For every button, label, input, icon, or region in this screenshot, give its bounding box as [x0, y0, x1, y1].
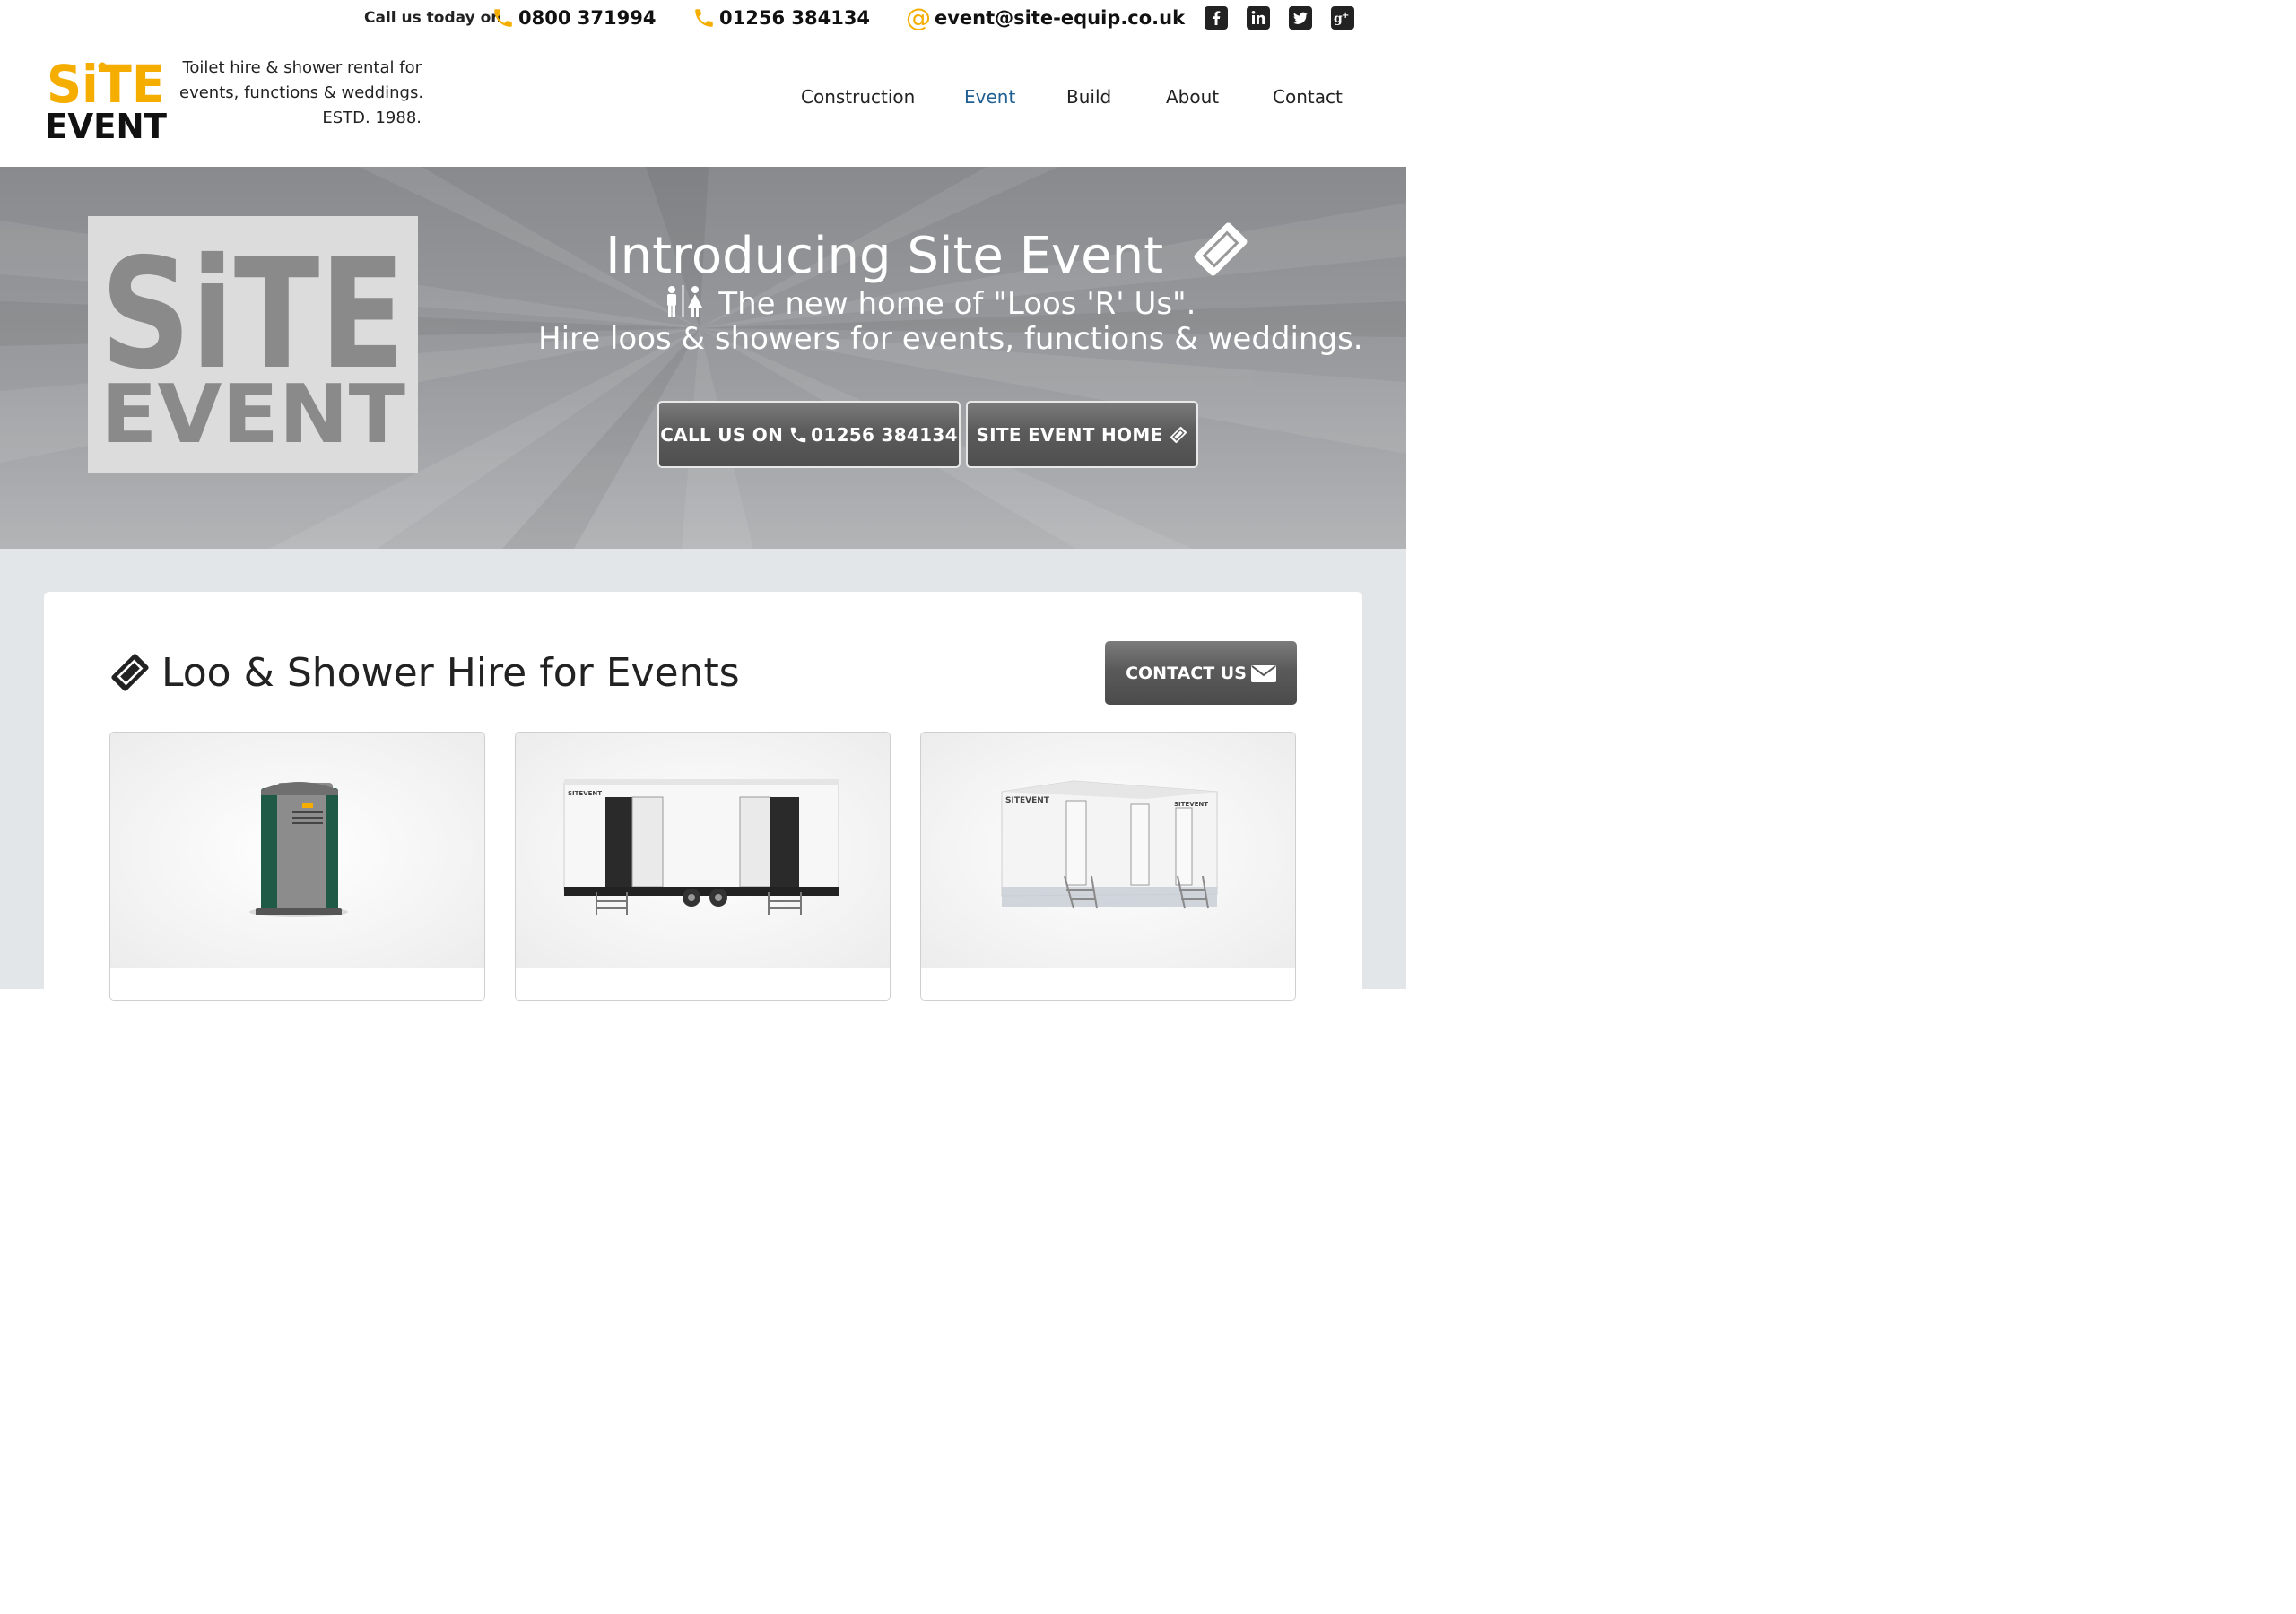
phone-icon — [494, 9, 512, 27]
tagline-line-1: Toilet hire & shower rental for — [182, 58, 422, 77]
svg-text:EVENT: EVENT — [45, 107, 167, 142]
card-footer — [516, 968, 890, 1000]
site-event-logo[interactable]: SiTE EVENT — [43, 54, 169, 146]
call-us-label: Call us today on — [364, 9, 502, 27]
nav-item-about[interactable]: About — [1166, 86, 1219, 108]
unit-brand-text: SITEVENT — [568, 790, 602, 797]
call-us-button-number: 01256 384134 — [811, 423, 958, 446]
at-icon: @ — [906, 3, 931, 32]
luxury-toilet-block-image: SITEVENT SITEVENT — [921, 733, 1295, 968]
hero-banner: SiTE EVENT Introducing Site Event The ne… — [0, 167, 1406, 549]
hero-subtitle-1-text: The new home of "Loos 'R' Us". — [718, 286, 1196, 322]
phone-link-freephone[interactable]: 0800 371994 — [491, 4, 656, 32]
facebook-icon[interactable] — [1205, 6, 1228, 30]
email-link[interactable]: @ event@site-equip.co.uk — [906, 4, 1185, 32]
svg-text:EVENT: EVENT — [100, 368, 405, 462]
phone-icon — [695, 9, 713, 27]
nav-item-construction[interactable]: Construction — [801, 86, 915, 108]
phone-icon — [790, 427, 806, 442]
nav-item-contact[interactable]: Contact — [1273, 86, 1343, 108]
site-event-home-label: SITE EVENT HOME — [976, 423, 1163, 446]
header-tagline: Toilet hire & shower rental for events, … — [179, 56, 424, 131]
section-title: Loo & Shower Hire for Events — [109, 646, 740, 699]
hero-logo: SiTE EVENT — [88, 216, 418, 473]
trailer-toilet-unit-image: SITEVENT — [516, 733, 890, 968]
hero-title-text: Introducing Site Event — [605, 227, 1164, 285]
toilet-people-icon — [666, 285, 702, 317]
call-us-button[interactable]: CALL US ON 01256 384134 — [657, 401, 961, 468]
card-footer — [921, 968, 1295, 1000]
call-us-button-label: CALL US ON — [660, 423, 784, 446]
section-title-text: Loo & Shower Hire for Events — [161, 649, 740, 696]
email-address: event@site-equip.co.uk — [935, 7, 1186, 29]
product-card-portable-toilet[interactable] — [109, 732, 485, 1001]
ticket-icon — [111, 654, 149, 691]
card-footer — [110, 968, 484, 1000]
hero-subtitle-1: The new home of "Loos 'R' Us". — [538, 285, 1320, 322]
phone-number-2: 01256 384134 — [719, 7, 871, 29]
nav-item-build[interactable]: Build — [1066, 86, 1111, 108]
ticket-icon — [1194, 222, 1248, 276]
ticket-icon — [1170, 426, 1187, 443]
phone-number-1: 0800 371994 — [518, 7, 657, 29]
tagline-line-3: ESTD. 1988. — [322, 108, 422, 127]
hero-subtitle-2: Hire loos & showers for events, function… — [538, 321, 1363, 357]
portable-toilet-unit-image — [110, 733, 484, 968]
tagline-line-2: events, functions & weddings. — [179, 83, 424, 102]
linkedin-icon[interactable] — [1247, 6, 1270, 30]
phone-link-local[interactable]: 01256 384134 — [692, 4, 870, 32]
envelope-icon — [1250, 664, 1276, 682]
product-card-trailer-toilet[interactable]: SITEVENT — [515, 732, 891, 1001]
hero-title: Introducing Site Event — [538, 217, 1320, 285]
google-plus-icon[interactable]: g + — [1331, 6, 1354, 30]
nav-item-event[interactable]: Event — [964, 86, 1015, 108]
contact-us-button[interactable]: CONTACT US — [1105, 641, 1297, 705]
contact-us-label: CONTACT US — [1126, 663, 1247, 683]
unit-brand-text-left: SITEVENT — [1005, 796, 1050, 805]
top-contact-bar: Call us today on 0800 371994 01256 38413… — [0, 0, 1406, 39]
site-event-home-button[interactable]: SITE EVENT HOME — [966, 401, 1198, 468]
svg-text:+: + — [1342, 11, 1349, 21]
product-card-luxury-block[interactable]: SITEVENT SITEVENT — [920, 732, 1296, 1001]
unit-brand-text-right: SITEVENT — [1174, 801, 1208, 808]
twitter-icon[interactable] — [1289, 6, 1312, 30]
